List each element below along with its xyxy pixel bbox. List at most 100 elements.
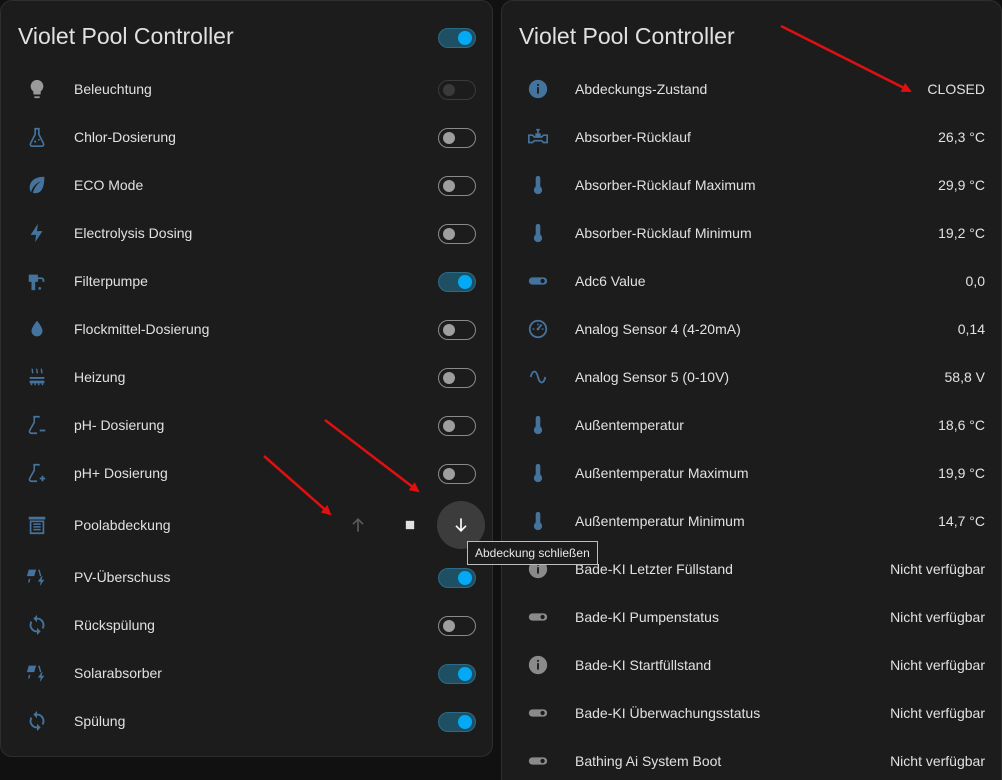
info-icon	[526, 653, 550, 677]
switch-label: Poolabdeckung	[74, 517, 171, 533]
sensor-row[interactable]: Absorber-Rücklauf Minimum 19,2 °C	[502, 209, 1001, 257]
sensor-value: Nicht verfügbar	[890, 657, 985, 673]
lightbulb-icon	[25, 77, 49, 101]
sensor-value: Nicht verfügbar	[890, 561, 985, 577]
sensor-value: Nicht verfügbar	[890, 705, 985, 721]
switch-toggle[interactable]	[438, 128, 476, 148]
sensor-row[interactable]: Außentemperatur Minimum 14,7 °C	[502, 497, 1001, 545]
solar-power-icon	[25, 565, 49, 589]
switch-row: Spülung	[1, 697, 492, 745]
sensor-row[interactable]: Analog Sensor 5 (0-10V) 58,8 V	[502, 353, 1001, 401]
switch-label: ECO Mode	[74, 177, 144, 193]
toggle-switch-icon	[526, 749, 550, 773]
thermometer-icon	[526, 413, 550, 437]
sensor-label: Adc6 Value	[575, 273, 646, 289]
sensor-value: CLOSED	[927, 81, 985, 97]
sensor-row[interactable]: Abdeckungs-Zustand CLOSED	[502, 65, 1001, 113]
switch-toggle[interactable]	[438, 80, 476, 100]
flask-icon	[25, 125, 49, 149]
water-drop-icon	[25, 317, 49, 341]
beaker-minus-icon	[25, 413, 49, 437]
header-toggle[interactable]	[438, 28, 476, 48]
sensor-row[interactable]: Analog Sensor 4 (4-20mA) 0,14	[502, 305, 1001, 353]
switch-toggle[interactable]	[438, 416, 476, 436]
toggle-knob	[443, 468, 455, 480]
toggle-knob	[443, 324, 455, 336]
toggle-knob	[458, 31, 472, 45]
switch-row: Beleuchtung	[1, 65, 492, 113]
toggle-switch-icon	[526, 605, 550, 629]
switch-row: Rückspülung	[1, 601, 492, 649]
sensor-label: Abdeckungs-Zustand	[575, 81, 708, 97]
sensor-value: 29,9 °C	[938, 177, 985, 193]
sensor-row[interactable]: Bade-KI Startfüllstand Nicht verfügbar	[502, 641, 1001, 689]
sensor-value: 14,7 °C	[938, 513, 985, 529]
stop-icon	[405, 520, 415, 530]
switch-row: Heizung	[1, 353, 492, 401]
switch-row: ECO Mode	[1, 161, 492, 209]
sensor-label: Bade-KI Pumpenstatus	[575, 609, 719, 625]
switch-label: pH+ Dosierung	[74, 465, 168, 481]
radiator-icon	[25, 365, 49, 389]
cover-stop-button[interactable]	[386, 501, 434, 549]
sensor-value: 26,3 °C	[938, 129, 985, 145]
toggle-switch-icon	[526, 269, 550, 293]
toggle-knob	[443, 180, 455, 192]
switch-row: PV-Überschuss	[1, 553, 492, 601]
sync-icon	[25, 709, 49, 733]
toggle-knob	[458, 667, 472, 681]
sensor-row[interactable]: Adc6 Value 0,0	[502, 257, 1001, 305]
toggle-knob	[443, 228, 455, 240]
sensor-card: Violet Pool Controller Abdeckungs-Zustan…	[501, 0, 1002, 780]
switch-row: Filterpumpe	[1, 257, 492, 305]
sensor-label: Bade-KI Überwachungsstatus	[575, 705, 761, 721]
cover-close-tooltip: Abdeckung schließen	[467, 541, 598, 565]
thermometer-icon	[526, 173, 550, 197]
gauge-icon	[526, 317, 550, 341]
thermometer-icon	[526, 509, 550, 533]
toggle-knob	[458, 715, 472, 729]
thermometer-icon	[526, 461, 550, 485]
sensor-value: 58,8 V	[944, 369, 985, 385]
switch-label: Chlor-Dosierung	[74, 129, 176, 145]
switch-label: Filterpumpe	[74, 273, 148, 289]
sensor-row[interactable]: Außentemperatur Maximum 19,9 °C	[502, 449, 1001, 497]
switch-label: Flockmittel-Dosierung	[74, 321, 210, 337]
sensor-row[interactable]: Bade-KI Pumpenstatus Nicht verfügbar	[502, 593, 1001, 641]
toggle-knob	[458, 571, 472, 585]
switch-toggle[interactable]	[438, 224, 476, 244]
switch-row: Flockmittel-Dosierung	[1, 305, 492, 353]
beaker-plus-icon	[25, 461, 49, 485]
sensor-row[interactable]: Bathing Ai System Boot Nicht verfügbar	[502, 737, 1001, 780]
switch-toggle[interactable]	[438, 464, 476, 484]
sensor-label: Analog Sensor 4 (4-20mA)	[575, 321, 741, 337]
sensor-value: 19,9 °C	[938, 465, 985, 481]
cover-open-button[interactable]	[334, 501, 382, 549]
sensor-row[interactable]: Außentemperatur 18,6 °C	[502, 401, 1001, 449]
switch-row: pH- Dosierung	[1, 401, 492, 449]
thermometer-icon	[526, 221, 550, 245]
card-title: Violet Pool Controller	[18, 23, 234, 49]
switch-toggle[interactable]	[438, 176, 476, 196]
switch-toggle[interactable]	[438, 368, 476, 388]
switch-toggle[interactable]	[438, 664, 476, 684]
sensor-label: Absorber-Rücklauf	[575, 129, 691, 145]
arrow-up-icon	[352, 517, 364, 532]
switch-toggle[interactable]	[438, 568, 476, 588]
switch-toggle[interactable]	[438, 712, 476, 732]
arrow-down-icon	[455, 518, 467, 533]
switch-row: Electrolysis Dosing	[1, 209, 492, 257]
pool-cover-icon	[25, 513, 49, 537]
toggle-knob	[458, 275, 472, 289]
sensor-row[interactable]: Absorber-Rücklauf 26,3 °C	[502, 113, 1001, 161]
switch-label: Beleuchtung	[74, 81, 152, 97]
switch-toggle[interactable]	[438, 272, 476, 292]
valve-icon	[526, 125, 550, 149]
toggle-knob	[443, 372, 455, 384]
switch-toggle[interactable]	[438, 320, 476, 340]
sensor-row[interactable]: Absorber-Rücklauf Maximum 29,9 °C	[502, 161, 1001, 209]
sine-wave-icon	[526, 365, 550, 389]
switch-toggle[interactable]	[438, 616, 476, 636]
sensor-row[interactable]: Bade-KI Überwachungsstatus Nicht verfügba…	[502, 689, 1001, 737]
toggle-knob	[443, 84, 455, 96]
